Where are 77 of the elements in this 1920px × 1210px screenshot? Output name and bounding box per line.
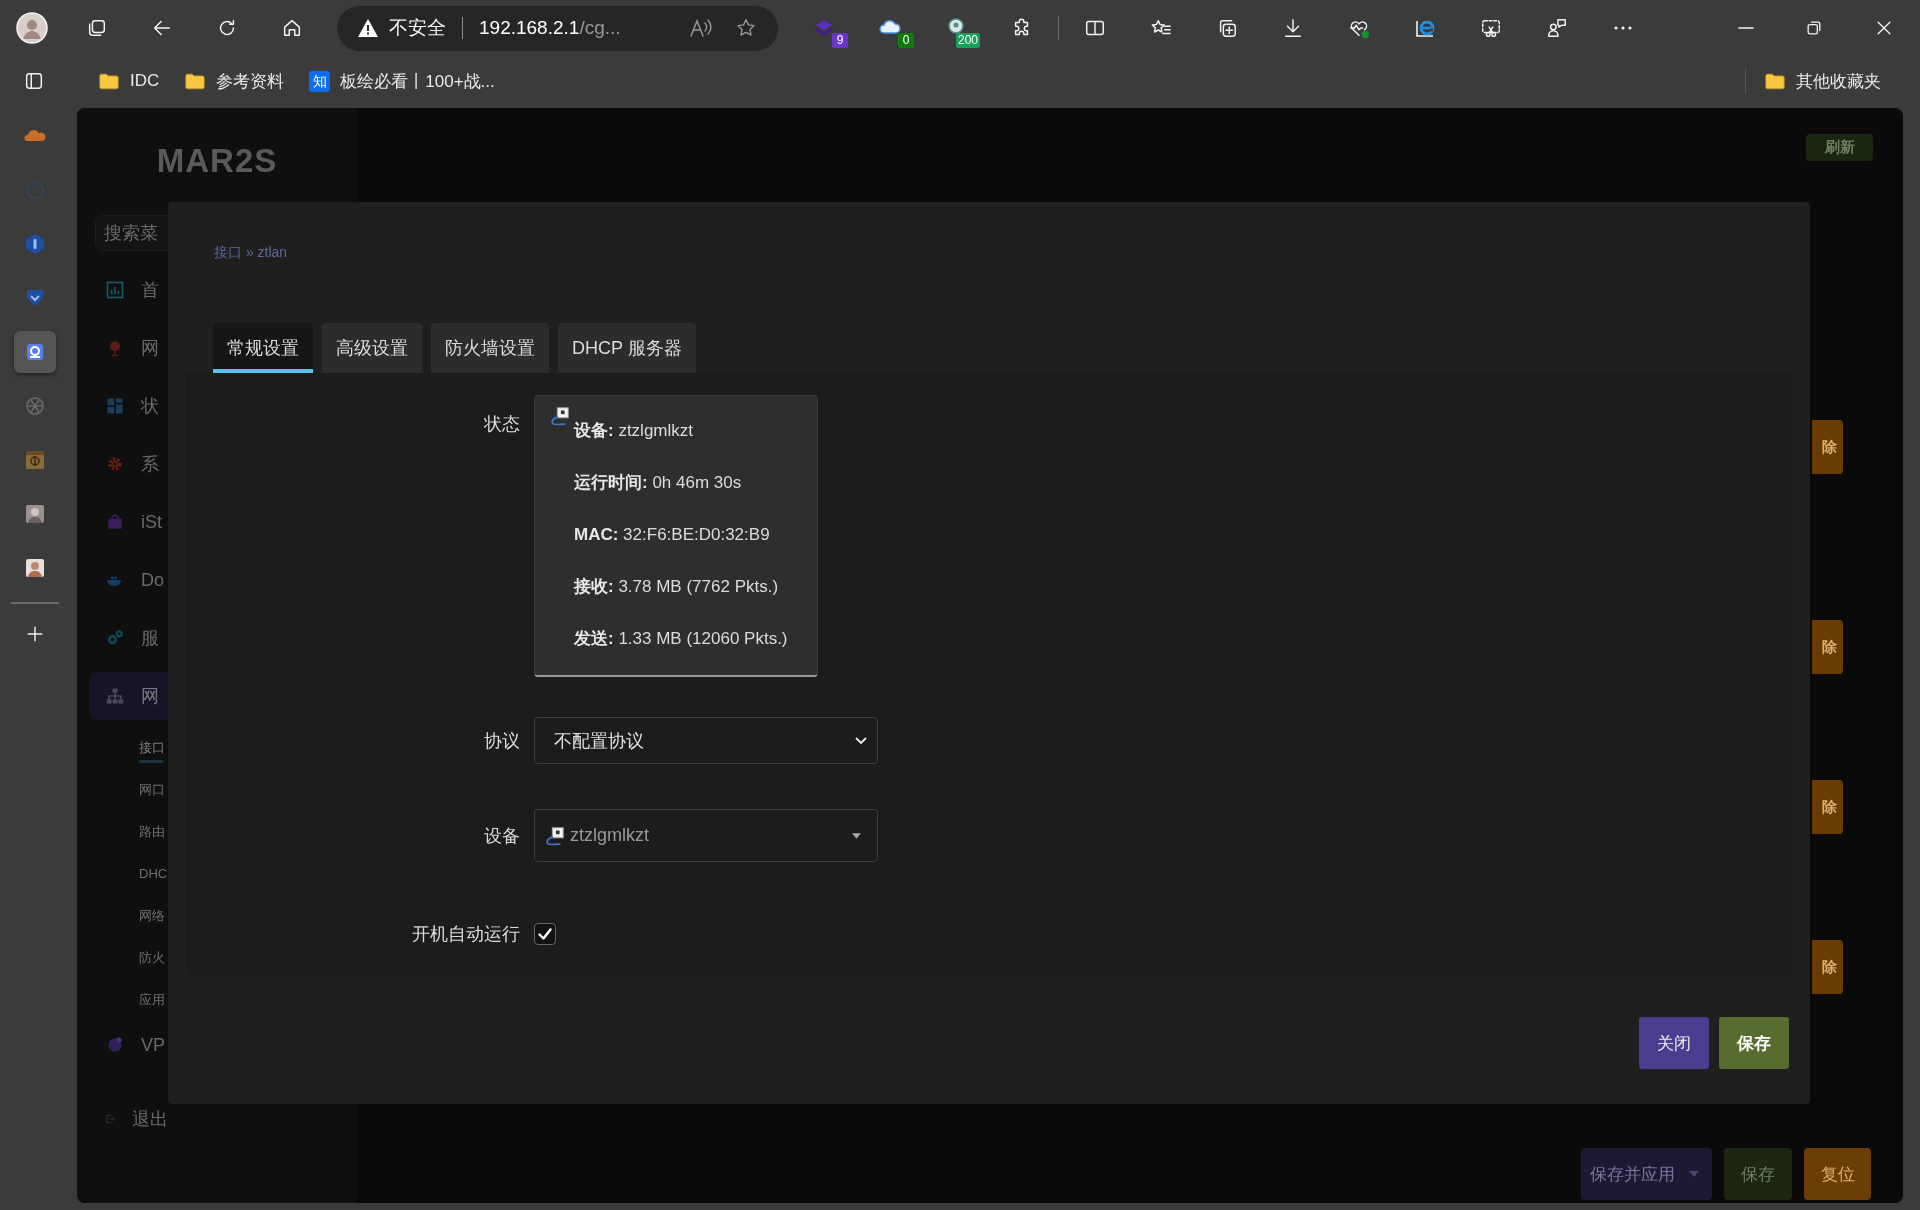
read-aloud-icon bbox=[688, 17, 712, 39]
nav-item[interactable]: iSt bbox=[89, 498, 168, 546]
nav-icon bbox=[105, 512, 125, 532]
bookmark[interactable]: IDC bbox=[92, 65, 166, 97]
nav-icon bbox=[105, 1035, 125, 1055]
chevron-icon bbox=[855, 736, 867, 745]
nav-item[interactable]: 退出 bbox=[89, 1095, 168, 1143]
nav-icon bbox=[105, 396, 125, 416]
tab[interactable]: 防火墙设置 bbox=[431, 323, 549, 373]
refresh-button[interactable]: 刷新 bbox=[1806, 134, 1873, 161]
delete-button[interactable]: 除 bbox=[1812, 420, 1843, 474]
nav-item[interactable]: 网 bbox=[89, 324, 168, 372]
field-label: 状态 bbox=[483, 413, 520, 436]
status-line: MAC: 32:F6:BE:D0:32:B9 bbox=[574, 524, 771, 546]
tab[interactable]: 常规设置 bbox=[213, 323, 313, 373]
nav-item[interactable]: 服 bbox=[89, 614, 168, 662]
nav-item[interactable]: 系 bbox=[89, 440, 168, 488]
thumbnail-icon bbox=[23, 502, 47, 526]
crate-icon bbox=[23, 448, 47, 472]
star-icon bbox=[735, 17, 757, 39]
close-button[interactable]: 关闭 bbox=[1639, 1017, 1709, 1069]
nav-item[interactable]: 网 bbox=[89, 672, 168, 720]
save-button[interactable]: 保存 bbox=[1719, 1017, 1789, 1069]
network-port-icon bbox=[544, 824, 566, 847]
nav-item[interactable]: 状 bbox=[89, 382, 168, 430]
warning-icon bbox=[357, 18, 379, 38]
field-label: 开机自动运行 bbox=[411, 923, 520, 946]
sidebar-icon bbox=[23, 70, 45, 92]
delete-button[interactable]: 除 bbox=[1812, 940, 1843, 994]
protocol-dropdown[interactable]: 不配置协议 bbox=[534, 717, 878, 764]
nav-icon bbox=[105, 686, 125, 706]
site-icon: 知 bbox=[309, 70, 331, 92]
hexagon-icon bbox=[23, 232, 47, 256]
checkbox[interactable] bbox=[534, 923, 556, 945]
checkmark-icon bbox=[538, 928, 552, 940]
network-port-icon bbox=[549, 405, 571, 427]
nav-item[interactable]: 首 bbox=[89, 266, 168, 314]
field-label: 设备 bbox=[483, 824, 520, 848]
caret-icon bbox=[1689, 1171, 1699, 1177]
caret-icon bbox=[852, 832, 861, 839]
nav-icon bbox=[105, 280, 125, 300]
folder-icon bbox=[1764, 71, 1786, 91]
bookmark[interactable]: 其他收藏夹 bbox=[1758, 65, 1887, 97]
status-line: 接收: 3.78 MB (7762 Pkts.) bbox=[574, 576, 780, 598]
delete-button[interactable]: 除 bbox=[1812, 620, 1843, 674]
badge: 0 bbox=[898, 33, 914, 48]
logo: MAR2S bbox=[156, 141, 278, 181]
nav-item[interactable]: Do bbox=[89, 556, 168, 604]
status-line: 设备: ztzlgmlkzt bbox=[574, 420, 694, 442]
status-line: 运行时间: 0h 46m 30s bbox=[574, 472, 743, 494]
folder-icon bbox=[98, 71, 120, 91]
address-bar[interactable]: 不安全 192.168.2.1/cg... bbox=[337, 5, 778, 51]
tab[interactable]: DHCP 服务器 bbox=[558, 323, 696, 373]
delete-button[interactable]: 除 bbox=[1812, 780, 1843, 834]
folder-icon bbox=[184, 71, 207, 91]
tab[interactable]: 高级设置 bbox=[322, 323, 422, 373]
status-line: 发送: 1.33 MB (12060 Pkts.) bbox=[574, 628, 789, 650]
badge: 9 bbox=[832, 33, 848, 48]
avatar-icon bbox=[16, 12, 48, 44]
breadcrumb: 接口 » ztlan bbox=[214, 243, 289, 262]
device-dropdown[interactable]: ztzlgmlkzt bbox=[534, 809, 878, 862]
nav-item[interactable]: VP bbox=[89, 1021, 168, 1069]
action-button[interactable]: 保存 bbox=[1724, 1148, 1792, 1200]
more-icon bbox=[1614, 26, 1632, 30]
thumbnail-icon bbox=[23, 556, 47, 580]
search-field[interactable]: 搜索菜 bbox=[95, 215, 168, 251]
badge: 200 bbox=[955, 33, 980, 48]
action-button[interactable]: 保存并应用 bbox=[1581, 1148, 1712, 1200]
home-icon bbox=[281, 17, 303, 39]
security-label: 不安全 bbox=[389, 16, 446, 40]
sidebar-app-button[interactable] bbox=[14, 331, 56, 373]
url-text: 192.168.2.1/cg... bbox=[479, 17, 622, 39]
minimize-icon bbox=[1738, 27, 1754, 29]
bookmark[interactable]: 参考资料 bbox=[178, 65, 291, 97]
bookmark[interactable]: 知 板绘必看丨100+战... bbox=[303, 65, 501, 97]
field-label: 协议 bbox=[483, 729, 520, 753]
action-button[interactable]: 复位 bbox=[1804, 1148, 1871, 1200]
